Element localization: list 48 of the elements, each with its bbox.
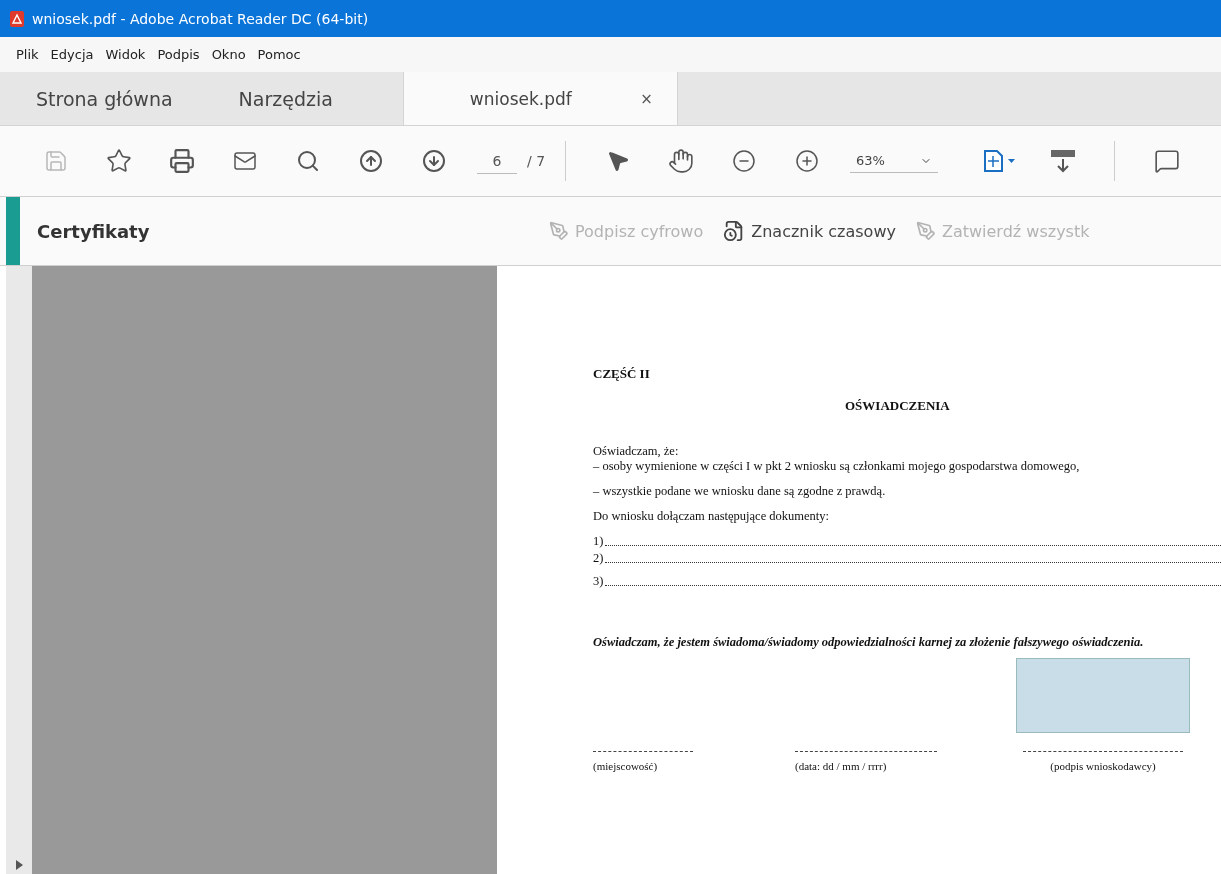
plus-icon	[794, 149, 819, 173]
declaration-text: – wszystkie podane we wniosku dane są zgodne z prawdą.	[593, 484, 887, 499]
fill-in-line[interactable]: 1)	[593, 534, 1221, 549]
arrow-down-icon	[421, 149, 446, 173]
window-title: wniosek.pdf - Adobe Acrobat Reader DC (64-bit)	[32, 10, 369, 27]
arrow-up-icon	[358, 149, 383, 173]
minus-icon	[731, 149, 756, 173]
page-number-field[interactable]: 6	[477, 148, 517, 174]
tab[interactable]: Strona główna	[0, 72, 203, 125]
tab[interactable]: wniosek.pdf ×	[402, 72, 678, 125]
panel-title: Certyfikaty	[37, 220, 151, 242]
menu-item[interactable]: Podpis	[157, 47, 200, 62]
printer-icon	[168, 148, 195, 174]
tab[interactable]: Narzędzia	[202, 72, 363, 125]
attachments-text: Do wniosku dołączam następujące dokumenty:	[593, 509, 831, 524]
close-button[interactable]: ×	[640, 89, 653, 108]
field-caption: (data: dd / mm / rrrr)	[795, 760, 887, 772]
signature-field[interactable]	[1016, 658, 1190, 733]
zoom-dropdown[interactable]: 63%	[850, 149, 939, 173]
envelope-icon	[232, 149, 257, 173]
fit-page-icon	[982, 149, 1017, 173]
expand-icon	[15, 860, 23, 870]
menu-item[interactable]: Okno	[211, 47, 246, 62]
menu-item[interactable]: Plik	[16, 47, 39, 62]
hand-icon	[667, 148, 694, 174]
menu-item[interactable]: Pomoc	[257, 47, 301, 62]
menu-item[interactable]: Widok	[105, 47, 146, 62]
search-icon	[295, 149, 320, 173]
declaration-text: – osoby wymienione w części I w pkt 2 wniosku są członkami mojego gospodarstwa domowego,	[593, 459, 1081, 474]
field-caption: (miejscowość)	[593, 760, 658, 772]
download-icon	[1048, 148, 1077, 174]
statement-text: Oświadczam, że jestem świadoma/świadomy odpowiedzialności karnej za złożenie fałszywego oświadczenia.	[593, 634, 1145, 651]
pen-icon	[915, 221, 936, 241]
fill-in-line[interactable]: 2)	[593, 551, 1221, 566]
field-caption: (podpis wnioskodawcy)	[1050, 760, 1156, 772]
document-title: OŚWIADCZENIA	[845, 398, 951, 414]
pen-icon	[549, 221, 569, 241]
star-icon	[105, 148, 132, 174]
accent-bar	[6, 197, 20, 265]
comment-icon	[1153, 148, 1180, 174]
menu-item[interactable]: Edycja	[50, 47, 94, 62]
fill-in-line[interactable]: 3)	[593, 574, 1221, 589]
section-heading: CZĘŚĆ II	[593, 366, 651, 382]
toolbar-action[interactable]: Znacznik czasowy	[723, 220, 896, 242]
app-logo-icon	[10, 10, 24, 27]
page-count: / 7	[527, 153, 546, 169]
intro-text: Oświadczam, że:	[593, 444, 680, 459]
save-icon	[43, 149, 68, 173]
